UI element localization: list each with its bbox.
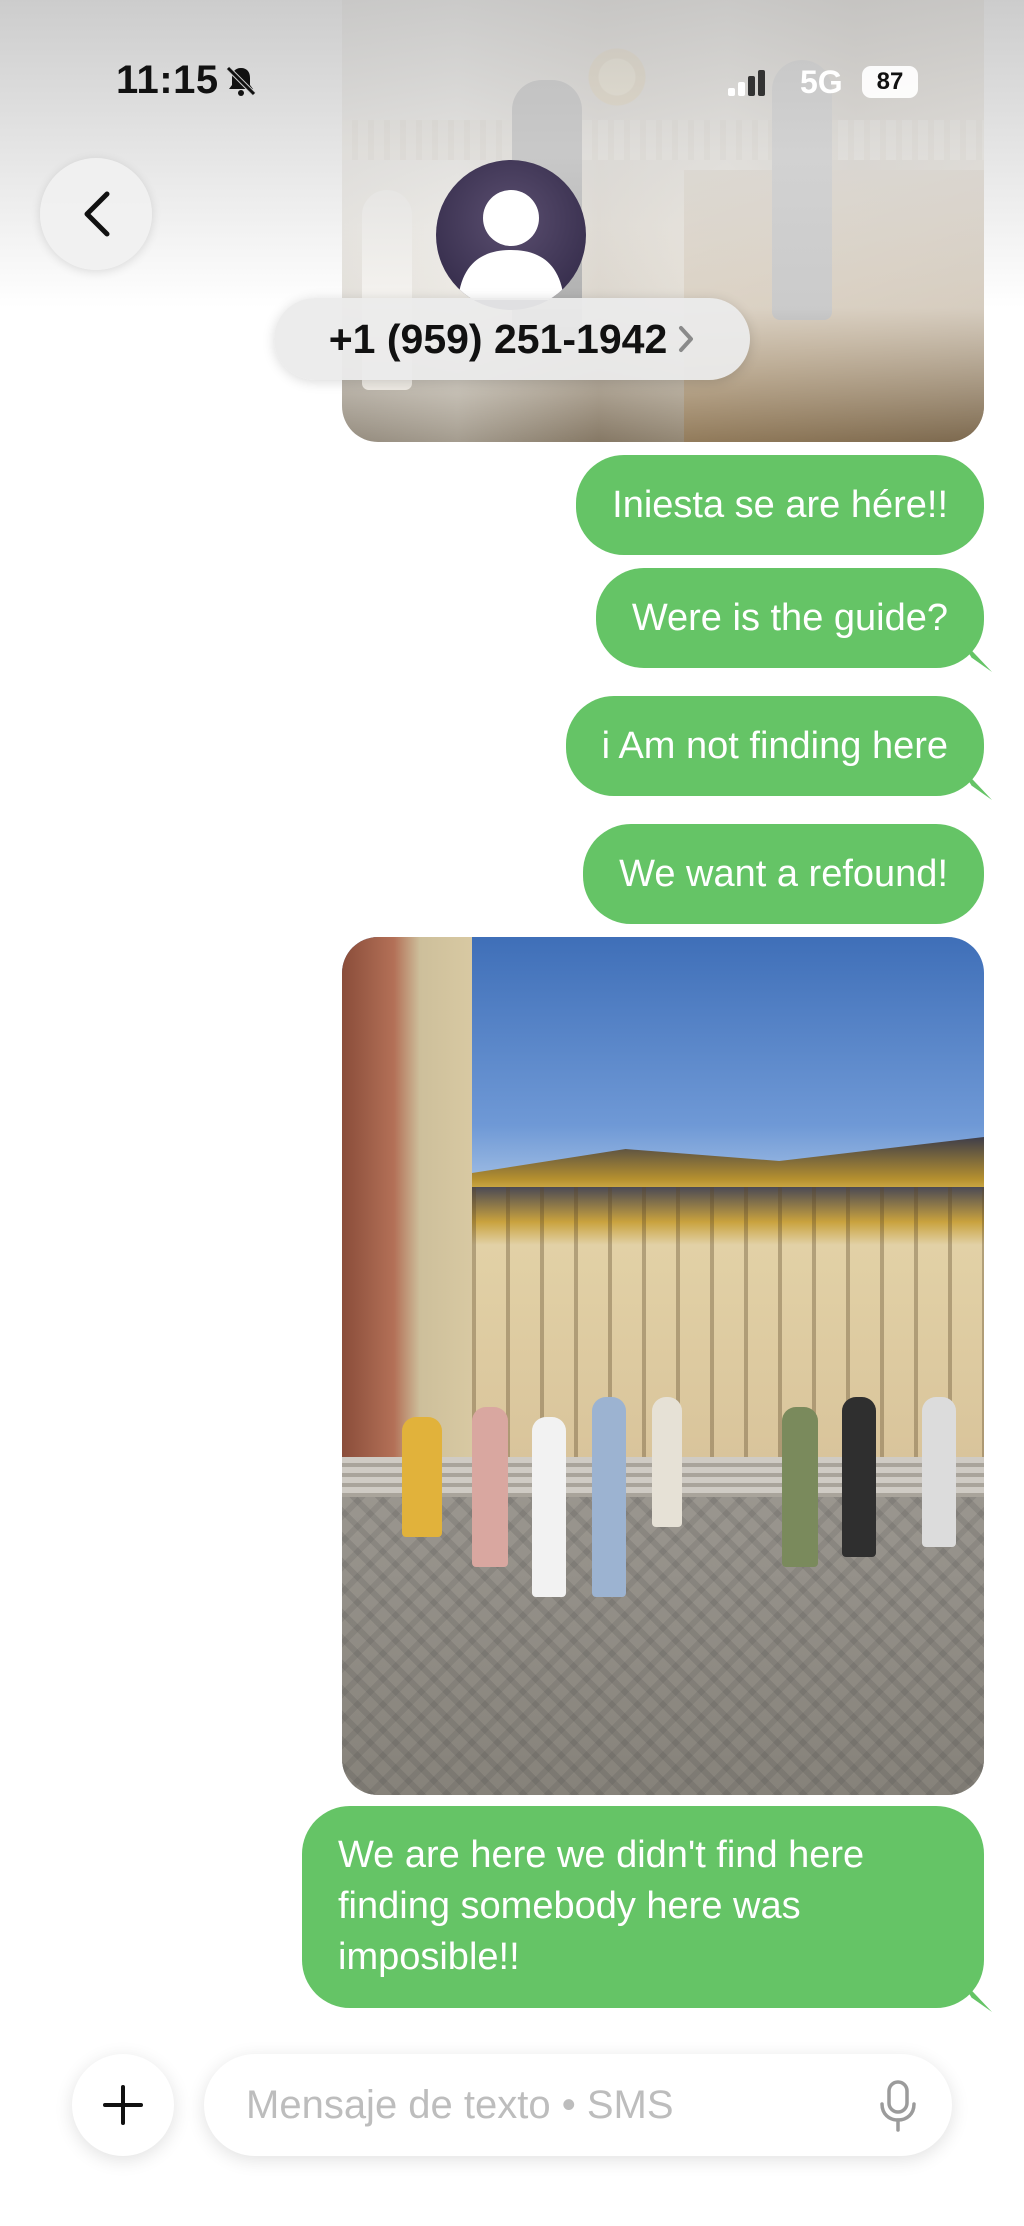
message-bubble[interactable]: We are here we didn't find here finding … [302,1806,984,2008]
status-bar: 11:15 5G 87 [0,0,1024,160]
mic-icon[interactable] [878,2080,918,2132]
photo-detail [532,1417,566,1597]
message-bubble[interactable]: Were is the guide? [595,568,984,668]
contact-name: +1 (959) 251-1942 [328,315,668,362]
photo-message-2[interactable] [342,937,984,1795]
photo-detail [342,937,472,1497]
battery-indicator: 87 [862,66,918,98]
photo-detail [592,1397,626,1597]
photo-detail [472,1407,508,1567]
message-bubble[interactable]: Iniesta se are hére!! [576,455,984,555]
photo-detail [842,1397,876,1557]
photo-detail [782,1407,818,1567]
message-input[interactable] [204,2054,952,2156]
photo-detail [922,1397,956,1547]
chevron-left-icon [84,191,110,237]
plus-icon [103,2085,143,2125]
photo-detail [342,1497,984,1795]
message-bubble[interactable]: i Am not finding here [565,696,984,796]
person-icon [458,190,564,300]
photo-detail [402,1417,442,1537]
bell-off-icon [226,66,256,96]
message-bubble[interactable]: We want a refound! [583,824,984,924]
chevron-right-icon [679,326,694,352]
status-time: 11:15 [116,58,219,102]
contact-avatar[interactable] [436,160,586,310]
back-button[interactable] [40,158,152,270]
contact-name-button[interactable]: +1 (959) 251-1942 [274,298,750,380]
signal-icon [728,70,765,96]
network-label: 5G [800,64,843,100]
add-attachment-button[interactable] [72,2054,174,2156]
photo-detail [652,1397,682,1527]
conversation-screen: Iniesta se are hére!! Were is the guide?… [0,0,1024,2226]
